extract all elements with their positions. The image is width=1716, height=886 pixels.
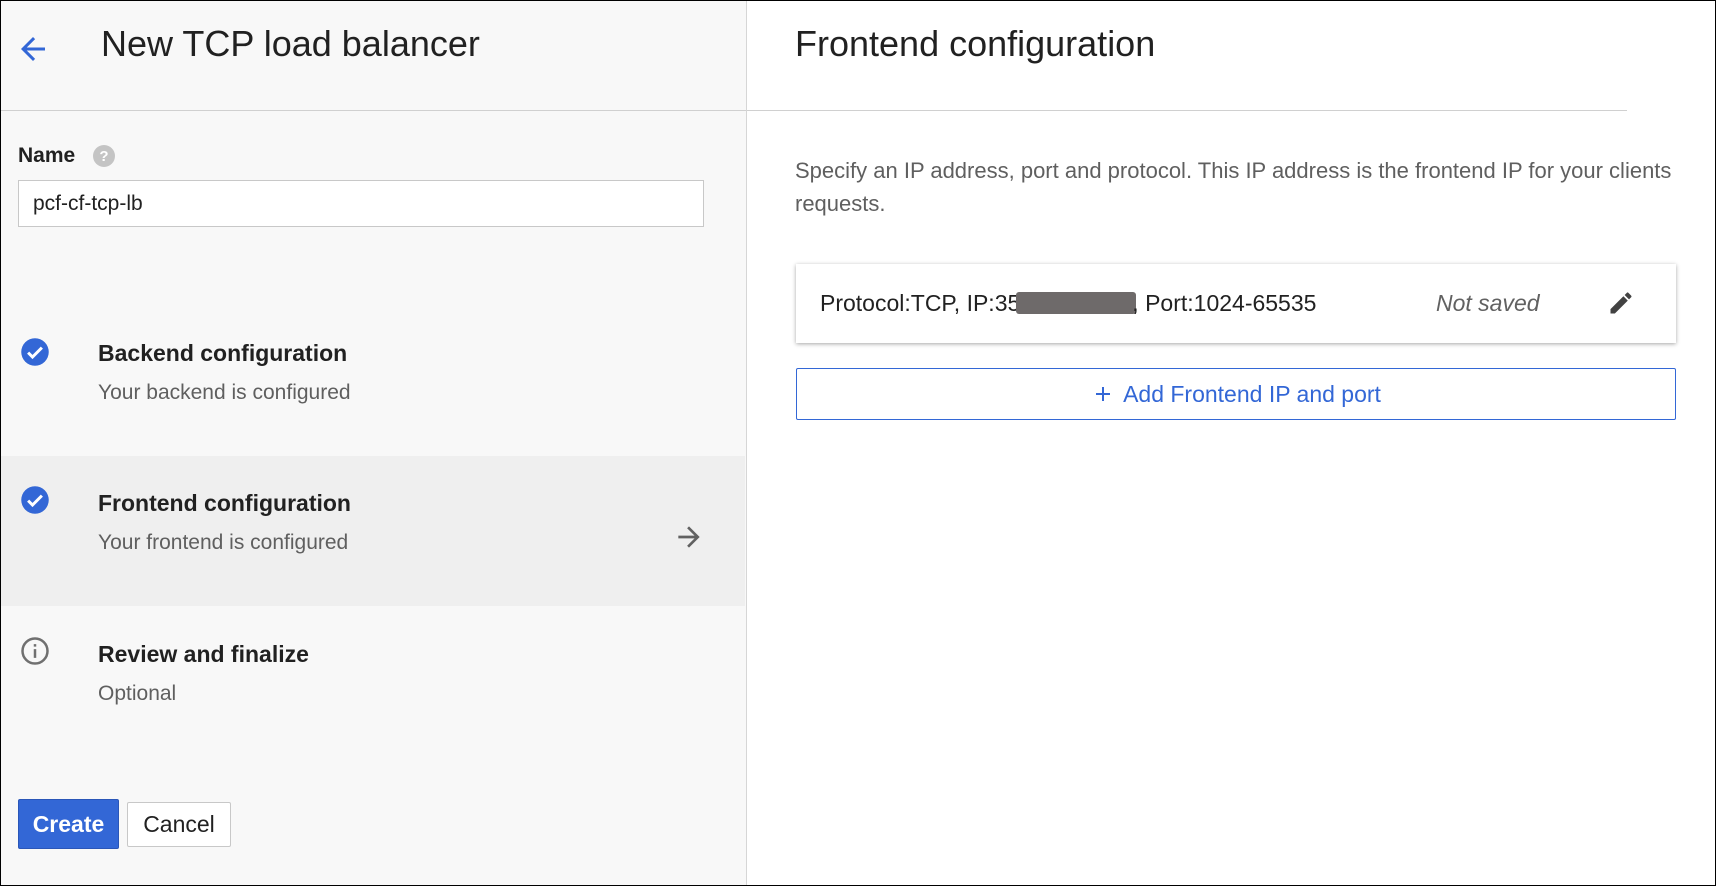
name-input[interactable] <box>18 180 704 227</box>
help-icon[interactable]: ? <box>92 144 116 168</box>
add-frontend-label: Add Frontend IP and port <box>1123 380 1381 407</box>
arrow-back-icon[interactable] <box>15 31 51 67</box>
frontend-entry-suffix: , Port:1024-65535 <box>1132 290 1317 316</box>
load-balancer-wizard: New TCP load balancer Name ? Backend con… <box>0 0 1716 886</box>
step-title: Frontend configuration <box>98 490 351 516</box>
step-review[interactable]: Review and finalize Optional <box>1 607 745 757</box>
frontend-entry-card[interactable]: Protocol:TCP, IP:35 , Port:1024-65535 Not… <box>796 264 1676 343</box>
info-circle-icon <box>21 637 49 665</box>
redacted-ip <box>1016 292 1137 314</box>
check-circle-icon <box>21 486 49 514</box>
page-title: New TCP load balancer <box>101 23 480 64</box>
check-circle-icon <box>21 338 49 366</box>
step-frontend[interactable]: Frontend configuration Your frontend is … <box>1 456 745 606</box>
left-panel: New TCP load balancer Name ? Backend con… <box>1 1 747 885</box>
step-subtitle: Your backend is configured <box>98 381 351 404</box>
frontend-entry-prefix: Protocol:TCP, IP:35 <box>820 290 1021 316</box>
header-divider <box>747 110 1627 111</box>
add-frontend-button[interactable]: Add Frontend IP and port <box>796 368 1676 420</box>
step-backend[interactable]: Backend configuration Your backend is co… <box>1 305 745 455</box>
section-title: Frontend configuration <box>795 23 1156 64</box>
section-description: Specify an IP address, port and protocol… <box>795 158 1672 216</box>
cancel-button[interactable]: Cancel <box>127 802 231 847</box>
svg-text:?: ? <box>99 148 108 165</box>
step-title: Backend configuration <box>98 340 348 366</box>
step-subtitle: Your frontend is configured <box>98 531 349 554</box>
edit-pencil-icon[interactable] <box>1607 289 1635 317</box>
frontend-entry-text: Protocol:TCP, IP:35 , Port:1024-65535 <box>820 290 1316 317</box>
left-header: New TCP load balancer <box>1 1 746 111</box>
create-button[interactable]: Create <box>18 799 119 849</box>
save-status: Not saved <box>1436 290 1540 316</box>
name-label: Name <box>18 144 76 167</box>
arrow-forward-icon[interactable] <box>673 521 705 553</box>
step-subtitle: Optional <box>98 682 177 705</box>
plus-icon <box>1096 387 1111 401</box>
step-title: Review and finalize <box>98 641 309 667</box>
